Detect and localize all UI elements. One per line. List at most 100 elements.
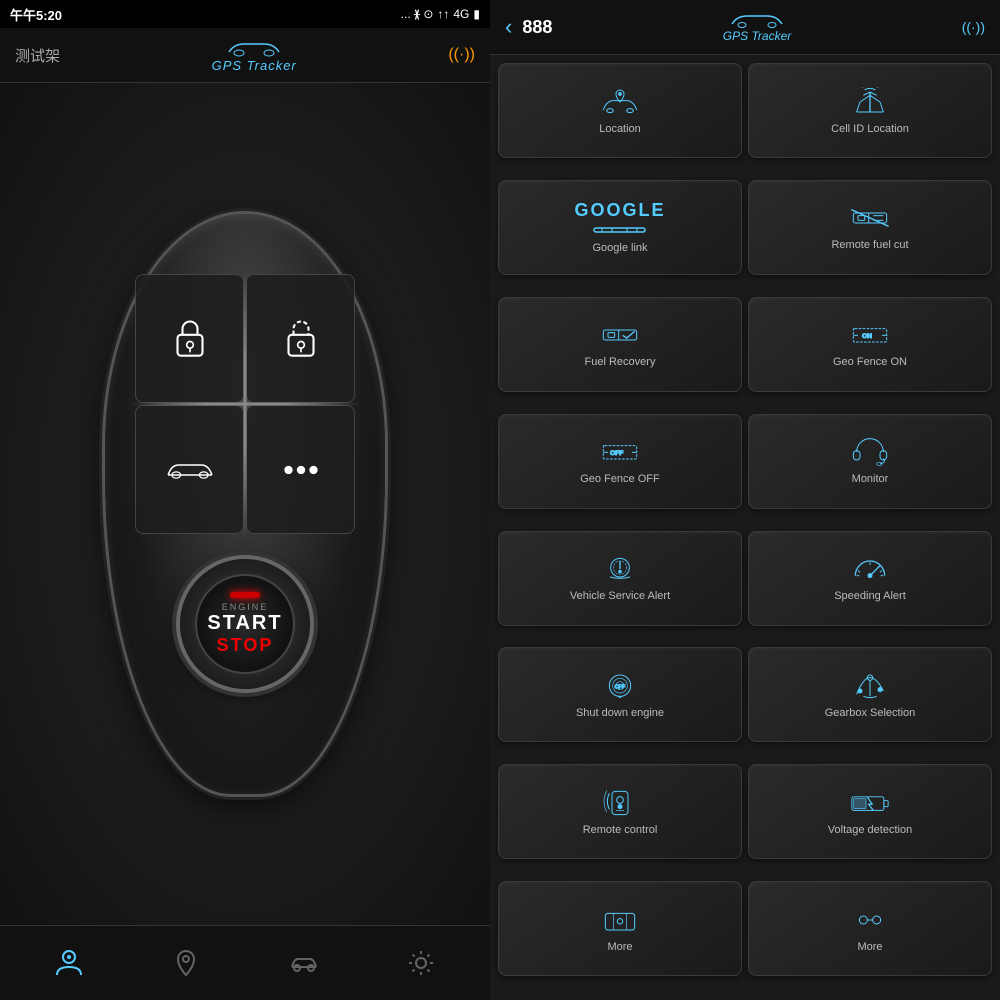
tab-car[interactable] [288, 947, 320, 979]
status-bar: 午午5:20 ... ᚕ ⊙ ↑↑ 4G ▮ [0, 0, 490, 28]
vehicle-service-alert-label: Vehicle Service Alert [565, 590, 675, 602]
time-display: 午午5:20 [10, 5, 62, 24]
dots-icon [276, 445, 326, 495]
fob-bottom-section: ENGINE START STOP [180, 549, 310, 689]
more-button-2[interactable]: More [748, 881, 992, 976]
gps-car-icon-right [727, 11, 787, 29]
right-header: ‹ 888 GPS Tracker ((·)) [490, 0, 1000, 55]
google-link-content: GOOGLE [574, 200, 665, 236]
fob-buttons-grid [135, 274, 355, 534]
headset-icon [850, 437, 890, 467]
feature-buttons-grid: Location Cell ID Location GOOGLE [490, 55, 1000, 1000]
battery-icon [850, 788, 890, 818]
geo-fence-off-label: Geo Fence OFF [575, 473, 664, 485]
location-tab-icon [170, 947, 202, 979]
gearbox-icon [850, 671, 890, 701]
fuel-recovery-button[interactable]: Fuel Recovery [498, 297, 742, 392]
key-fob: ENGINE START STOP [105, 214, 385, 794]
tab-person[interactable] [53, 947, 85, 979]
app-header: 测试架 GPS Tracker ((·)) [0, 28, 490, 83]
location-button[interactable]: Location [498, 63, 742, 158]
location-icon [600, 87, 640, 117]
left-panel: 午午5:20 ... ᚕ ⊙ ↑↑ 4G ▮ 测试架 GPS Tracker (… [0, 0, 490, 1000]
gearbox-selection-label: Gearbox Selection [820, 707, 921, 719]
trunk-button[interactable] [135, 405, 244, 534]
person-tab-icon [53, 947, 85, 979]
stop-label: STOP [217, 635, 274, 656]
fence-off-icon: OFF [600, 437, 640, 467]
remote-control-button[interactable]: Remote control [498, 764, 742, 859]
fuel-cut-icon [850, 203, 890, 233]
fence-on-icon: ON [850, 320, 890, 350]
google-bar-icon [592, 224, 647, 236]
fuel-check-icon [600, 320, 640, 350]
car-tab-icon [288, 947, 320, 979]
bottom-tabs [0, 925, 490, 1000]
key-fob-area: ENGINE START STOP [0, 83, 490, 925]
monitor-button[interactable]: Monitor [748, 414, 992, 509]
more-button-1[interactable]: More [498, 881, 742, 976]
gps-logo: GPS Tracker [212, 38, 297, 73]
remote-control-label: Remote control [578, 824, 663, 836]
geo-fence-on-button[interactable]: ON Geo Fence ON [748, 297, 992, 392]
lock-icon [165, 314, 215, 364]
back-button[interactable]: ‹ [505, 14, 512, 40]
svg-text:OFF: OFF [610, 450, 623, 457]
fuel-recovery-label: Fuel Recovery [580, 356, 661, 368]
settings-tab-icon [405, 947, 437, 979]
engine-btn-inner: ENGINE START STOP [195, 574, 295, 674]
lock-button[interactable] [135, 274, 244, 403]
tab-location[interactable] [170, 947, 202, 979]
shut-down-engine-label: Shut down engine [571, 707, 669, 719]
remote-fuel-cut-label: Remote fuel cut [826, 239, 913, 251]
app-title: 测试架 [15, 45, 60, 66]
gps-text-right: GPS Tracker [723, 29, 791, 43]
speedometer-icon [850, 554, 890, 584]
monitor-label: Monitor [847, 473, 894, 485]
more1-label: More [602, 941, 637, 953]
speeding-alert-button[interactable]: Speeding Alert [748, 531, 992, 626]
vehicle-service-alert-button[interactable]: Vehicle Service Alert [498, 531, 742, 626]
status-icons: ... ᚕ ⊙ ↑↑ 4G ▮ [401, 7, 480, 21]
shutdown-icon: OFF [600, 671, 640, 701]
remote-fuel-cut-button[interactable]: Remote fuel cut [748, 180, 992, 275]
cell-id-location-label: Cell ID Location [826, 123, 914, 135]
gearbox-selection-button[interactable]: Gearbox Selection [748, 647, 992, 742]
voltage-detection-button[interactable]: Voltage detection [748, 764, 992, 859]
engine-start-stop-button[interactable]: ENGINE START STOP [180, 559, 310, 689]
fob-divider-vertical [244, 269, 247, 539]
shut-down-engine-button[interactable]: OFF Shut down engine [498, 647, 742, 742]
signal-icon-left: ((·)) [448, 46, 475, 64]
more-button[interactable] [246, 405, 355, 534]
device-id: 888 [522, 17, 552, 38]
service-icon [600, 554, 640, 584]
unlock-icon [276, 314, 326, 364]
start-label: START [207, 612, 282, 635]
google-text: GOOGLE [574, 200, 665, 221]
car-icon [165, 445, 215, 495]
gps-tracker-label: GPS Tracker [212, 58, 297, 73]
remote-icon [600, 788, 640, 818]
tab-settings[interactable] [405, 947, 437, 979]
car-logo-icon [224, 38, 284, 58]
cell-id-location-button[interactable]: Cell ID Location [748, 63, 992, 158]
engine-label: ENGINE [222, 602, 269, 612]
right-panel: ‹ 888 GPS Tracker ((·)) Location [490, 0, 1000, 1000]
more2-label: More [852, 941, 887, 953]
tower-icon [850, 87, 890, 117]
geo-fence-off-button[interactable]: OFF Geo Fence OFF [498, 414, 742, 509]
more1-icon [600, 905, 640, 935]
engine-button-container: ENGINE START STOP [180, 559, 310, 689]
speeding-alert-label: Speeding Alert [829, 590, 911, 602]
location-label: Location [594, 123, 646, 135]
engine-indicator-light [230, 592, 260, 598]
google-link-label: Google link [587, 242, 652, 254]
geo-fence-on-label: Geo Fence ON [828, 356, 912, 368]
signal-icon-right: ((·)) [962, 19, 985, 35]
unlock-button[interactable] [246, 274, 355, 403]
right-header-gps: GPS Tracker [562, 11, 951, 43]
more2-icon [850, 905, 890, 935]
voltage-detection-label: Voltage detection [823, 824, 917, 836]
svg-text:ON: ON [862, 333, 872, 340]
google-link-button[interactable]: GOOGLE Google link [498, 180, 742, 275]
